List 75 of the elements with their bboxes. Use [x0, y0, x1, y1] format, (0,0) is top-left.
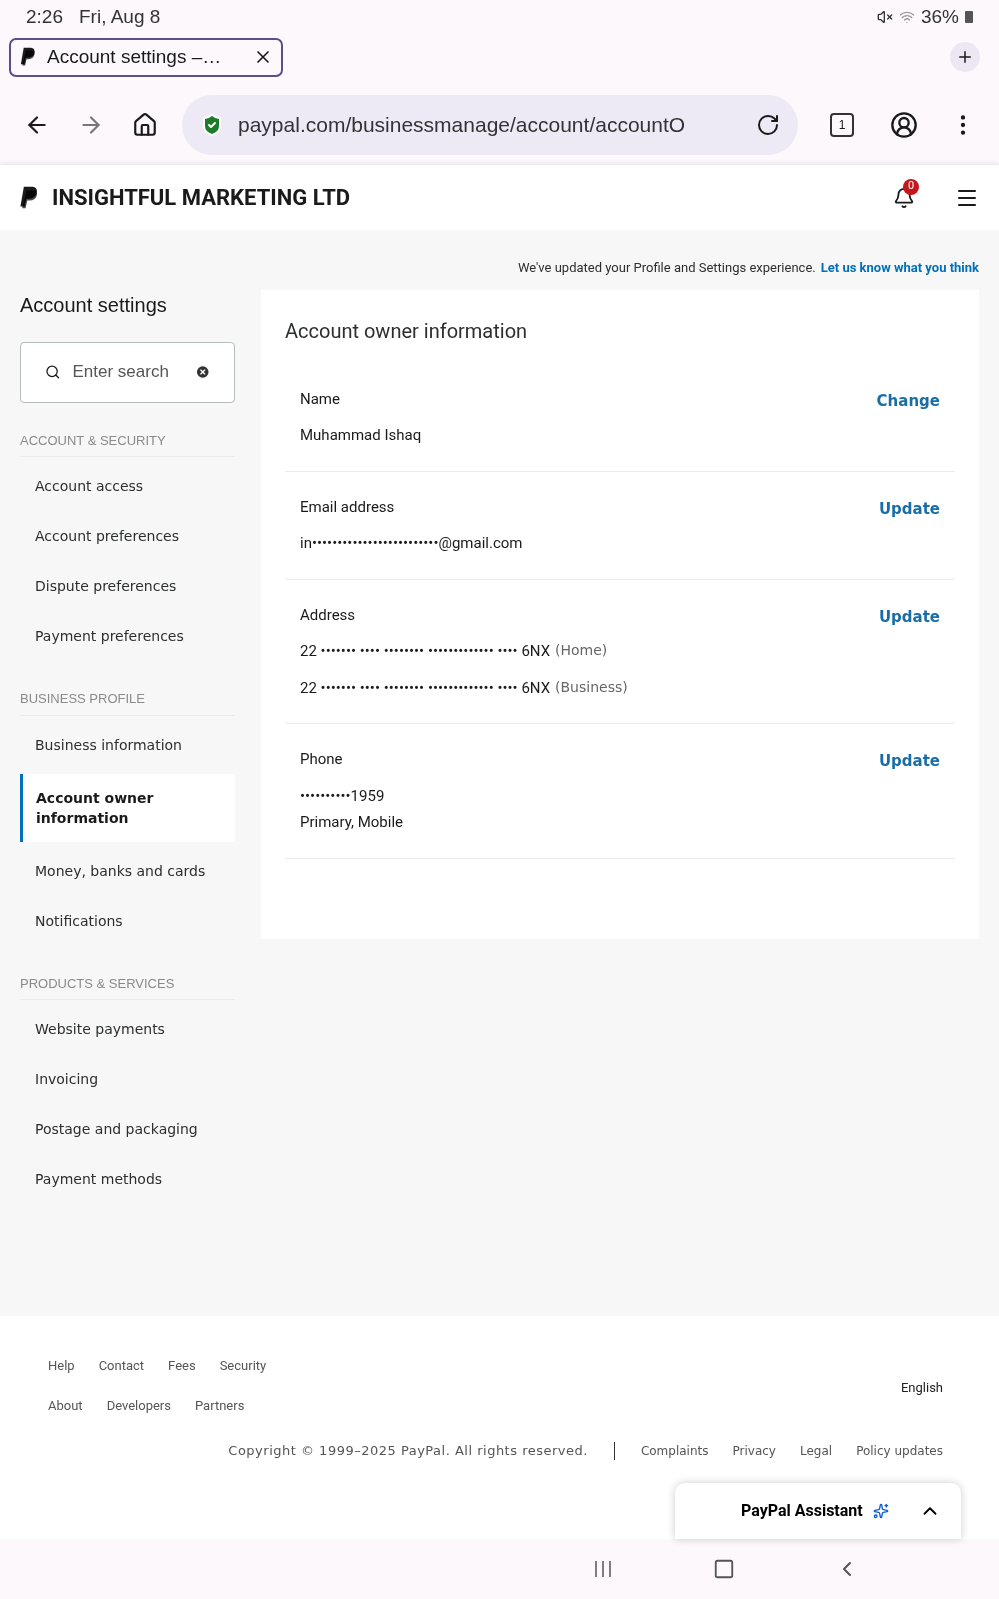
field-value: in•••••••••••••••••••••••••@gmail.com: [300, 533, 523, 554]
sidebar-item[interactable]: Payment methods: [20, 1154, 235, 1204]
sidebar-item[interactable]: Account preferences: [20, 511, 235, 561]
sidebar-item[interactable]: Dispute preferences: [20, 561, 235, 611]
footer-link[interactable]: Contact: [98, 1356, 145, 1376]
tab-title: Account settings –…: [47, 44, 223, 69]
legal-link[interactable]: Policy updates: [856, 1441, 943, 1460]
sidebar-item[interactable]: Notifications: [20, 895, 235, 946]
footer-link[interactable]: Help: [48, 1356, 75, 1376]
assistant-label: PayPal Assistant: [741, 1500, 863, 1522]
status-date: Fri, Aug 8: [79, 4, 161, 29]
shield-icon: [200, 112, 224, 137]
field-value: ••••••••••1959: [300, 785, 385, 807]
feedback-link[interactable]: Let us know what you think: [820, 258, 979, 278]
sidebar-item[interactable]: Business information: [20, 719, 235, 770]
copyright-text: Copyright © 1999–2025 PayPal. All rights reserved.: [228, 1442, 588, 1460]
paypal-logo-icon: [19, 47, 37, 67]
address-type: (Business): [555, 677, 628, 697]
sidebar-item[interactable]: Website payments: [20, 1004, 235, 1054]
company-name: INSIGHTFUL MARKETING LTD: [52, 184, 352, 212]
field-value: Primary, Mobile: [300, 812, 404, 833]
notification-badge: 0: [903, 178, 919, 195]
language-link[interactable]: English: [900, 1378, 943, 1415]
sidebar-item[interactable]: Money, banks and cards: [20, 845, 235, 896]
edit-link[interactable]: Update: [878, 750, 940, 773]
sidebar-item[interactable]: Payment preferences: [20, 611, 235, 661]
legal-link[interactable]: Legal: [799, 1441, 833, 1460]
clear-icon[interactable]: [194, 362, 210, 382]
tab-count[interactable]: 1: [830, 112, 854, 137]
sparkle-icon: [872, 1503, 889, 1519]
section-heading: BUSINESS PROFILE: [20, 689, 235, 716]
footer-link[interactable]: Developers: [106, 1395, 171, 1415]
sidebar-item[interactable]: Account owner information: [20, 773, 235, 842]
footer-link[interactable]: About: [48, 1395, 83, 1415]
edit-link[interactable]: Update: [878, 497, 940, 520]
sidebar-title: Account settings: [20, 292, 168, 318]
wifi-icon: [898, 9, 915, 25]
recent-apps-icon[interactable]: [593, 1559, 613, 1579]
url-text: paypal.com/businessmanage/account/accountO: [238, 111, 687, 138]
legal-link[interactable]: Complaints: [640, 1441, 709, 1460]
card-title: Account owner information: [285, 317, 529, 345]
field-label: Name: [300, 388, 340, 410]
update-notice: We've updated your Profile and Settings experience.: [517, 259, 816, 277]
mute-icon: [876, 9, 893, 25]
assistant-panel[interactable]: PayPal Assistant: [675, 1483, 961, 1539]
sidebar-item[interactable]: Account access: [20, 461, 235, 511]
field-label: Email address: [300, 496, 395, 518]
plus-icon: [956, 48, 974, 66]
home-button-icon[interactable]: [713, 1558, 735, 1580]
edit-link[interactable]: Change: [876, 389, 940, 412]
reload-icon[interactable]: [756, 112, 780, 137]
footer-link[interactable]: Fees: [168, 1356, 196, 1376]
field-value: 22 ••••••• •••• •••••••• ••••••••••••• •••• 6NX: [300, 641, 551, 662]
sidebar-item[interactable]: Invoicing: [20, 1054, 235, 1104]
legal-link[interactable]: Privacy: [732, 1441, 776, 1460]
section-heading: PRODUCTS & SERVICES: [20, 973, 235, 1000]
field-value: Muhammad Ishaq: [300, 425, 422, 446]
footer-link[interactable]: Partners: [194, 1395, 245, 1415]
address-type: (Home): [555, 641, 608, 660]
paypal-logo-icon: [18, 185, 40, 210]
field-label: Phone: [300, 749, 343, 770]
edit-link[interactable]: Update: [878, 605, 940, 628]
sidebar-item[interactable]: Postage and packaging: [20, 1104, 235, 1154]
browser-tab[interactable]: Account settings –…: [9, 37, 283, 77]
address-bar[interactable]: paypal.com/businessmanage/account/accountO: [182, 94, 798, 155]
home-icon[interactable]: [132, 111, 158, 138]
section-heading: ACCOUNT & SECURITY: [20, 430, 235, 457]
new-tab-button[interactable]: [950, 42, 980, 72]
footer-link[interactable]: Security: [219, 1356, 267, 1376]
profile-icon[interactable]: [890, 110, 918, 139]
field-value: 22 ••••••• •••• •••••••• ••••••••••••• •••• 6NX: [300, 677, 551, 699]
field-label: Address: [300, 604, 356, 626]
status-time: 2:26: [26, 4, 63, 29]
battery-level: 36%: [920, 4, 959, 29]
battery-icon: [965, 11, 973, 23]
